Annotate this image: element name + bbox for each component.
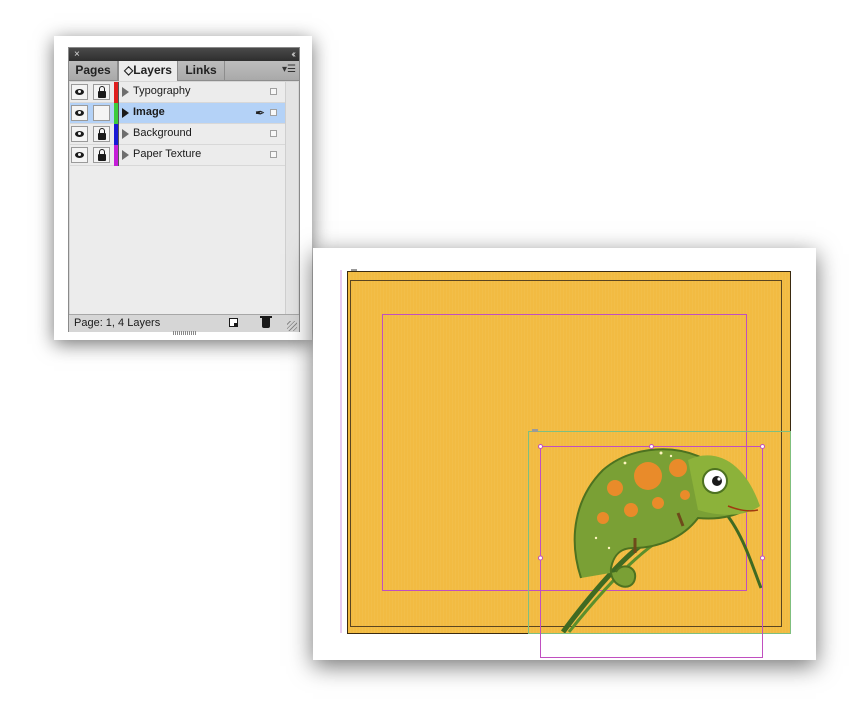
layer-name: Image <box>133 106 165 118</box>
layer-name: Paper Texture <box>133 148 202 160</box>
collapse-icon[interactable]: ‹‹ <box>291 48 295 61</box>
panel-statusbar: Page: 1, 4 Layers <box>69 314 299 332</box>
image-frame-anchor <box>532 429 538 432</box>
panel-titlebar[interactable]: × ‹‹ <box>69 48 299 61</box>
layer-select-box[interactable] <box>270 130 277 137</box>
trim-frame <box>350 280 782 627</box>
layers-panel: × ‹‹ Pages ◇Layers Links ▾☰ Typography I… <box>68 47 300 335</box>
lock-icon <box>98 128 106 140</box>
eye-icon <box>75 110 84 116</box>
expand-triangle-icon[interactable] <box>122 150 129 160</box>
tab-links[interactable]: Links <box>178 61 225 80</box>
lock-icon <box>98 86 106 98</box>
eye-icon <box>75 131 84 137</box>
layer-row-typography[interactable]: Typography <box>70 82 285 103</box>
lock-icon <box>98 149 106 161</box>
panel-scrollbar[interactable] <box>285 82 298 314</box>
tab-pages[interactable]: Pages <box>69 61 118 80</box>
layers-list: Typography Image ✒ Background Paper Text… <box>70 82 286 314</box>
visibility-toggle[interactable] <box>71 126 88 142</box>
eye-icon <box>75 152 84 158</box>
layer-select-box[interactable] <box>270 88 277 95</box>
layers-panel-window: × ‹‹ Pages ◇Layers Links ▾☰ Typography I… <box>54 36 312 340</box>
new-layer-icon[interactable] <box>229 318 238 327</box>
lock-toggle[interactable] <box>93 147 110 163</box>
panel-menu-icon[interactable]: ▾☰ <box>282 64 296 75</box>
lock-toggle[interactable] <box>93 105 110 121</box>
layer-row-paper-texture[interactable]: Paper Texture <box>70 145 285 166</box>
panel-tabs: Pages ◇Layers Links ▾☰ <box>69 61 299 81</box>
resize-grip-icon[interactable] <box>287 321 297 331</box>
visibility-toggle[interactable] <box>71 147 88 163</box>
close-icon[interactable]: × <box>74 48 80 61</box>
visibility-toggle[interactable] <box>71 105 88 121</box>
layer-row-image[interactable]: Image ✒ <box>70 103 285 124</box>
page-overlay <box>340 269 791 658</box>
layer-name: Typography <box>133 85 191 97</box>
layer-select-box[interactable] <box>270 109 277 116</box>
status-text: Page: 1, 4 Layers <box>74 317 161 329</box>
chameleon-image[interactable] <box>560 448 763 634</box>
layer-row-background[interactable]: Background <box>70 124 285 145</box>
lock-toggle[interactable] <box>93 84 110 100</box>
layer-select-box[interactable] <box>270 151 277 158</box>
pen-icon: ✒ <box>255 106 266 120</box>
layer-name: Background <box>133 127 192 139</box>
expand-triangle-icon[interactable] <box>122 108 129 118</box>
lock-toggle[interactable] <box>93 126 110 142</box>
visibility-toggle[interactable] <box>71 84 88 100</box>
tab-layers[interactable]: ◇Layers <box>118 61 178 81</box>
eye-icon <box>75 89 84 95</box>
expand-triangle-icon[interactable] <box>122 87 129 97</box>
expand-triangle-icon[interactable] <box>122 129 129 139</box>
trash-icon[interactable] <box>260 316 272 328</box>
document-canvas <box>313 248 816 660</box>
grip-dots-icon <box>173 331 197 335</box>
margin-guide <box>382 314 747 591</box>
page-border <box>347 271 791 634</box>
